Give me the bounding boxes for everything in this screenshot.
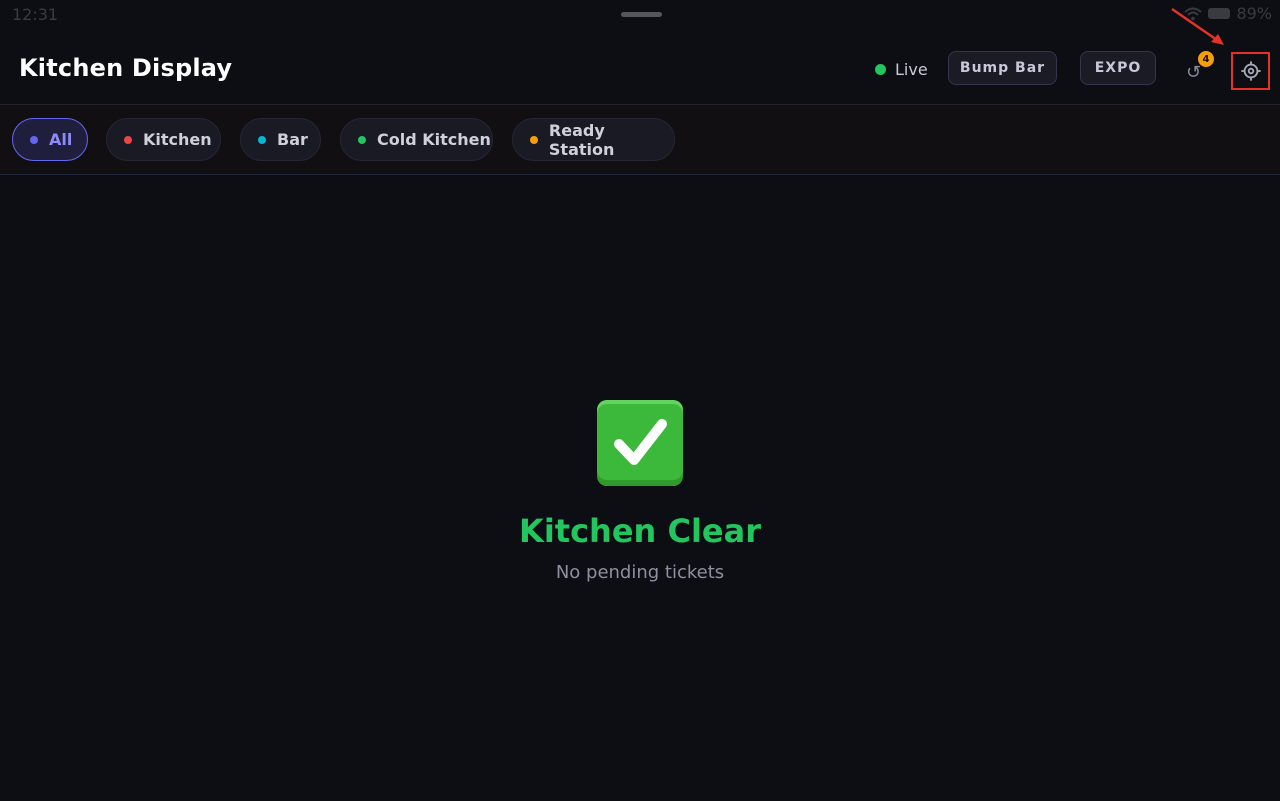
- window-grabber[interactable]: [621, 12, 662, 17]
- bump-bar-button[interactable]: Bump Bar: [948, 51, 1057, 85]
- header-bar: Kitchen Display Live Bump Bar EXPO ↺ 4: [0, 7, 1280, 105]
- filter-chip-bar[interactable]: Bar: [240, 118, 321, 161]
- settings-button[interactable]: [1231, 52, 1270, 90]
- refresh-button[interactable]: ↺ 4: [1180, 51, 1214, 86]
- station-dot-icon: [530, 135, 538, 144]
- status-time: 12:31: [12, 5, 59, 24]
- status-bar: 12:31 89%: [0, 0, 1280, 30]
- battery-percentage: 89%: [1236, 4, 1272, 23]
- live-dot-icon: [875, 64, 886, 75]
- empty-state: Kitchen Clear No pending tickets: [0, 400, 1280, 583]
- kitchen-display-screen: 12:31 89% Kitchen Display Live Bump Bar …: [0, 0, 1280, 801]
- expo-button[interactable]: EXPO: [1080, 51, 1156, 85]
- filter-chip-label: Ready Station: [548, 120, 615, 159]
- refresh-icon: ↺: [1186, 62, 1202, 83]
- page-title: Kitchen Display: [19, 54, 233, 82]
- filter-chip-label: Cold Kitchen: [377, 130, 491, 149]
- station-dot-icon: [124, 135, 132, 144]
- station-filter-bar: All Kitchen Bar Cold Kitchen Ready Stati…: [0, 105, 1280, 175]
- live-status: Live: [875, 60, 928, 79]
- filter-chip-label: Kitchen: [143, 130, 212, 149]
- filter-chip-all[interactable]: All: [12, 118, 88, 161]
- pending-count-badge: 4: [1198, 51, 1214, 67]
- filter-chip-label: Bar: [277, 130, 308, 149]
- check-mark-icon: [597, 400, 683, 486]
- filter-chip-label: All: [49, 130, 73, 149]
- filter-chip-kitchen[interactable]: Kitchen: [106, 118, 221, 161]
- station-dot-icon: [30, 135, 38, 144]
- check-mark-glyph-icon: [614, 419, 667, 465]
- annotation-arrow-icon: [1171, 7, 1224, 45]
- filter-chip-ready-station[interactable]: Ready Station: [512, 118, 675, 161]
- live-label: Live: [895, 60, 928, 79]
- empty-state-subtitle: No pending tickets: [555, 562, 725, 583]
- station-dot-icon: [358, 135, 366, 144]
- station-dot-icon: [258, 135, 266, 144]
- filter-chip-cold-kitchen[interactable]: Cold Kitchen: [340, 118, 493, 161]
- empty-state-title: Kitchen Clear: [519, 512, 761, 550]
- gear-icon: [1240, 61, 1261, 81]
